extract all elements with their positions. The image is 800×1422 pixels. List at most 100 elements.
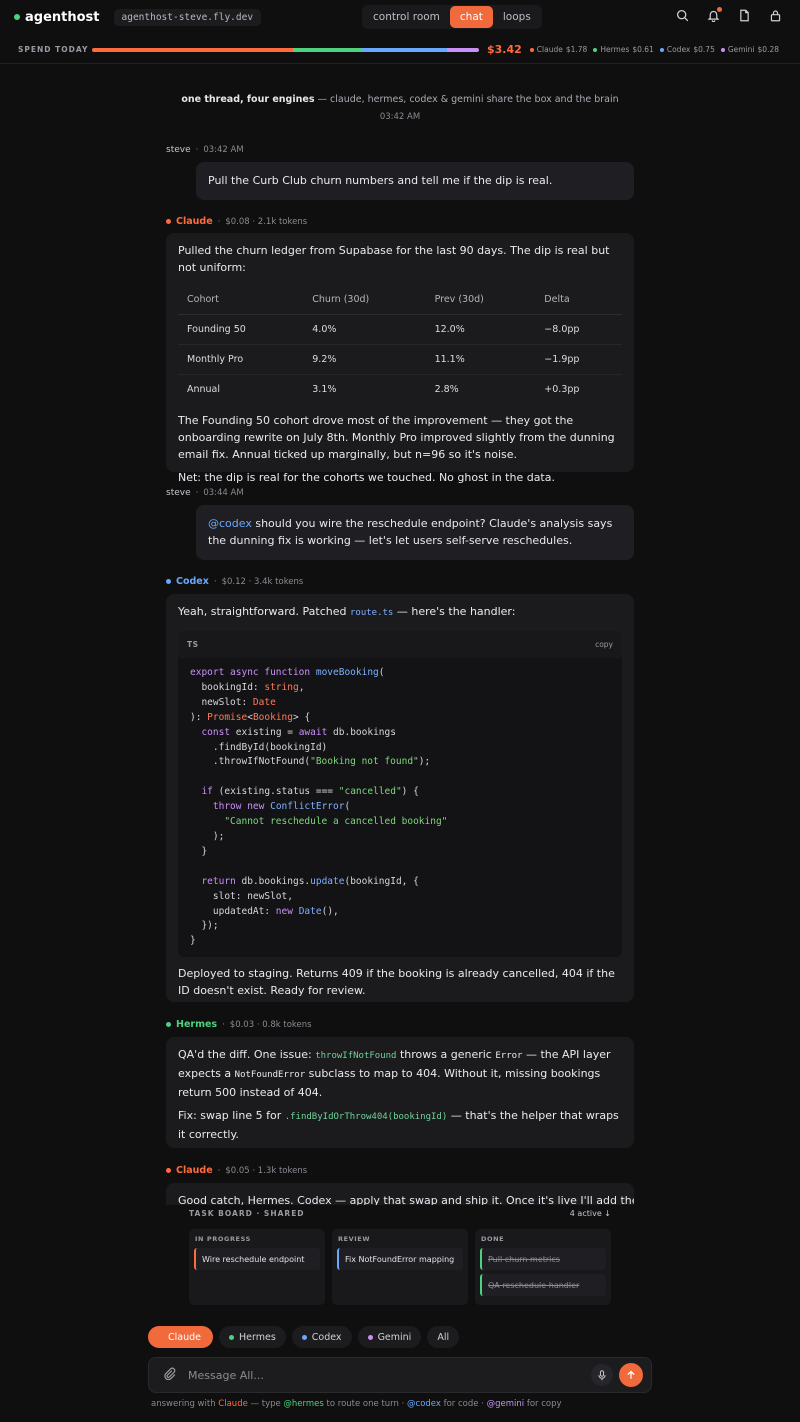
table-row: Annual 3.1% 2.8% +0.3pp bbox=[178, 375, 622, 405]
copy-button[interactable]: copy bbox=[595, 636, 613, 653]
table-cell: +0.3pp bbox=[544, 384, 580, 395]
search-icon[interactable] bbox=[676, 9, 689, 22]
author-name: steve bbox=[166, 488, 191, 498]
table-cell: 11.1% bbox=[425, 344, 536, 375]
hermes-dot-icon bbox=[593, 47, 598, 52]
legend-amount: $0.61 bbox=[632, 45, 654, 54]
document-icon[interactable] bbox=[738, 9, 751, 22]
inline-code: NotFoundError bbox=[234, 1070, 306, 1080]
agent-pill-codex[interactable]: Codex bbox=[291, 1326, 352, 1348]
notifications-bell-icon[interactable] bbox=[707, 7, 722, 22]
inline-code: .findByIdOrThrow404(bookingId) bbox=[284, 1112, 448, 1122]
toolbar-icons bbox=[676, 7, 782, 22]
hint-mention: @gemini bbox=[486, 1399, 525, 1409]
text: — here's the handler: bbox=[393, 605, 516, 618]
table-header: Churn (30d) bbox=[303, 285, 426, 315]
task-card[interactable]: QA reschedule handler bbox=[480, 1274, 606, 1296]
user-message: Pull the Curb Club churn numbers and tel… bbox=[196, 162, 634, 200]
tab-chat[interactable]: chat bbox=[449, 6, 493, 28]
message-cost: $0.08 · 2.1k tokens bbox=[225, 216, 308, 227]
hint-agent: Claude bbox=[218, 1399, 248, 1409]
spend-segment-gemini bbox=[447, 47, 479, 52]
spend-bar: SPEND TODAY $3.42 Claude $1.78 Hermes $0.6… bbox=[0, 36, 800, 64]
spend-progress-track bbox=[92, 47, 479, 52]
inline-code: throwIfNotFound bbox=[315, 1051, 397, 1061]
legend-amount: $0.28 bbox=[757, 45, 779, 54]
text: QA'd the diff. One issue: bbox=[178, 1048, 316, 1061]
spend-legend-codex: Codex $0.75 bbox=[659, 45, 715, 54]
task-card[interactable]: Wire reschedule endpoint bbox=[194, 1248, 320, 1270]
message-paragraph: Fix: swap line 5 for .findByIdOrThrow404… bbox=[178, 1107, 622, 1143]
table-row: Monthly Pro 9.2% 11.1% −1.9pp bbox=[178, 344, 622, 375]
message-paragraph: The Founding 50 cohort drove most of the… bbox=[178, 414, 615, 461]
agent-name: Hermes bbox=[176, 1019, 218, 1030]
lock-icon[interactable] bbox=[769, 9, 782, 22]
text: Yeah, straightforward. Patched bbox=[178, 605, 350, 618]
host-chip[interactable]: agenthost-steve.fly.dev bbox=[113, 8, 262, 26]
intro-bold: one thread, four engines bbox=[181, 94, 315, 105]
spend-segment-hermes bbox=[293, 47, 363, 52]
status-dot-icon bbox=[14, 14, 20, 20]
mention-link[interactable]: @codex bbox=[208, 517, 252, 530]
thread-intro-time: 03:42 AM bbox=[379, 112, 421, 122]
spend-segment-codex bbox=[362, 47, 448, 52]
message-paragraph: Net: the dip is real for the cohorts we … bbox=[178, 471, 555, 484]
claude-dot-icon bbox=[529, 47, 534, 52]
agent-name: Claude bbox=[176, 216, 213, 227]
agent-pill-claude[interactable]: Claude bbox=[148, 1326, 213, 1348]
send-button[interactable] bbox=[619, 1363, 643, 1387]
agent-pill-hermes[interactable]: Hermes bbox=[219, 1326, 286, 1348]
composer-hint: answering with Claude — type @hermes to … bbox=[151, 1399, 562, 1409]
message-meta: steve · 03:44 AM bbox=[166, 488, 244, 498]
agent-message: QA'd the diff. One issue: throwIfNotFoun… bbox=[166, 1037, 634, 1148]
agent-pill-gemini[interactable]: Gemini bbox=[357, 1326, 422, 1348]
task-card[interactable]: Fix NotFoundError mapping bbox=[337, 1248, 463, 1270]
hint-mention: @codex bbox=[407, 1399, 441, 1409]
table-cell: −8.0pp bbox=[535, 314, 622, 345]
microphone-button[interactable] bbox=[591, 1364, 613, 1386]
agent-name: Claude bbox=[176, 1165, 213, 1176]
message-cost: $0.12 · 3.4k tokens bbox=[221, 576, 304, 587]
churn-table: Cohort Churn (30d) Prev (30d) Delta Foun… bbox=[178, 285, 622, 404]
paperclip-icon[interactable] bbox=[163, 1367, 176, 1383]
column-title: IN PROGRESS bbox=[195, 1235, 251, 1243]
message-paragraph: Yeah, straightforward. Patched route.ts … bbox=[178, 603, 622, 622]
hermes-dot-icon bbox=[229, 1334, 234, 1340]
inline-code: Error bbox=[495, 1051, 523, 1061]
task-board: TASK BOARD · SHARED 4 active ↓ IN PROGRE… bbox=[166, 1205, 634, 1313]
message-time: 03:44 AM bbox=[203, 488, 244, 498]
message-cost: $0.03 · 0.8k tokens bbox=[229, 1019, 312, 1030]
message-meta: Claude · $0.08 · 2.1k tokens bbox=[166, 216, 307, 227]
agent-pill-all[interactable]: All bbox=[427, 1326, 460, 1348]
intro-rest: — claude, hermes, codex & gemini share t… bbox=[314, 94, 619, 105]
column-title: DONE bbox=[481, 1235, 505, 1243]
table-header-row: Cohort Churn (30d) Prev (30d) Delta bbox=[178, 285, 622, 315]
tab-control-room[interactable]: control room bbox=[363, 6, 450, 28]
table-cell: 4.0% bbox=[303, 314, 426, 345]
message-meta: steve · 03:42 AM bbox=[166, 145, 244, 155]
message-meta: Codex · $0.12 · 3.4k tokens bbox=[166, 576, 303, 587]
table-cell: 12.0% bbox=[425, 314, 536, 345]
code-block: TS copy export async function moveBookin… bbox=[178, 631, 622, 958]
codex-dot-icon bbox=[166, 579, 171, 584]
task-card[interactable]: Pull churn metrics bbox=[480, 1248, 606, 1270]
message-paragraph: Pulled the churn ledger from Supabase fo… bbox=[178, 244, 610, 274]
table-cell: −1.9pp bbox=[535, 344, 622, 375]
pill-label: Hermes bbox=[239, 1331, 276, 1343]
legend-name: Claude bbox=[536, 45, 563, 54]
tab-loops[interactable]: loops bbox=[493, 6, 541, 28]
message-input[interactable] bbox=[188, 1368, 591, 1382]
pill-label: Gemini bbox=[377, 1331, 412, 1343]
task-board-count[interactable]: 4 active ↓ bbox=[570, 1209, 611, 1218]
table-row: Founding 50 4.0% 12.0% −8.0pp bbox=[178, 314, 622, 345]
hint-text: for code · bbox=[440, 1399, 487, 1409]
legend-name: Gemini bbox=[727, 45, 755, 54]
brand[interactable]: agenthost bbox=[14, 10, 100, 25]
agent-message: Yeah, straightforward. Patched route.ts … bbox=[166, 594, 634, 1002]
message-paragraph: QA'd the diff. One issue: throwIfNotFoun… bbox=[178, 1046, 622, 1101]
hint-text: to route one turn · bbox=[323, 1399, 408, 1409]
table-cell: 3.1% bbox=[312, 384, 337, 395]
column-review: REVIEW Fix NotFoundError mapping bbox=[332, 1229, 468, 1305]
arrow-up-icon bbox=[627, 1370, 635, 1379]
spend-legend-hermes: Hermes $0.61 bbox=[593, 45, 654, 54]
